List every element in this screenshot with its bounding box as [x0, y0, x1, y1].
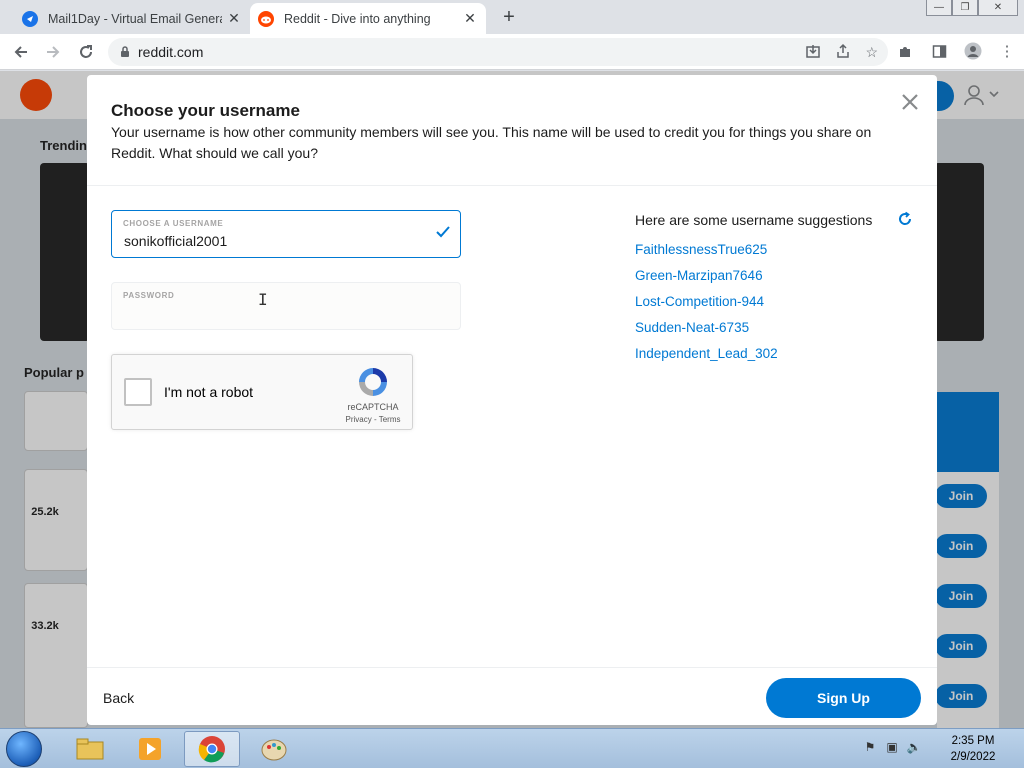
bookmark-star-icon[interactable]: ☆: [865, 44, 878, 61]
recaptcha-logo-icon: [356, 365, 390, 399]
username-suggestion[interactable]: Lost-Competition-944: [635, 294, 764, 309]
close-icon[interactable]: ✕: [462, 10, 478, 27]
signup-username-modal: Choose your username Your username is ho…: [87, 75, 937, 725]
username-suggestion[interactable]: Green-Marzipan7646: [635, 268, 763, 283]
username-input[interactable]: [124, 233, 424, 249]
tab-title: Reddit - Dive into anything: [284, 11, 431, 26]
start-button[interactable]: [6, 731, 42, 767]
paint-icon[interactable]: [246, 731, 302, 767]
checkmark-icon: [436, 225, 450, 243]
media-player-icon[interactable]: [122, 731, 178, 767]
volume-icon[interactable]: 🔈: [906, 739, 922, 755]
browser-toolbar: reddit.com ☆ ⋮: [0, 34, 1024, 70]
chrome-icon[interactable]: [184, 731, 240, 767]
share-icon[interactable]: [835, 43, 851, 62]
modal-footer: Back Sign Up: [87, 667, 937, 725]
file-explorer-icon[interactable]: [62, 731, 118, 767]
refresh-icon[interactable]: [897, 211, 915, 229]
username-label: CHOOSE A USERNAME: [123, 219, 224, 228]
network-icon[interactable]: ▣: [884, 739, 900, 755]
reload-icon[interactable]: [75, 41, 97, 63]
username-suggestion[interactable]: Sudden-Neat-6735: [635, 320, 749, 335]
url-text: reddit.com: [138, 44, 204, 60]
password-field[interactable]: PASSWORD: [111, 282, 461, 330]
window-close-button[interactable]: ✕: [978, 0, 1018, 16]
suggestions-title: Here are some username suggestions: [635, 212, 873, 228]
extensions-puzzle-icon[interactable]: [894, 40, 916, 62]
recaptcha-checkbox[interactable]: [124, 378, 152, 406]
lock-icon: [120, 46, 130, 58]
tab-reddit[interactable]: Reddit - Dive into anything ✕: [250, 3, 486, 34]
restore-button[interactable]: ❐: [952, 0, 978, 16]
minimize-button[interactable]: —: [926, 0, 952, 16]
recaptcha-brand: reCAPTCHA: [347, 402, 399, 412]
modal-header: Choose your username Your username is ho…: [87, 75, 937, 186]
text-cursor-icon: I: [258, 290, 268, 309]
address-bar[interactable]: reddit.com ☆: [108, 38, 888, 66]
password-label: PASSWORD: [123, 291, 175, 300]
forward-arrow-icon[interactable]: [42, 41, 64, 63]
recaptcha-label: I'm not a robot: [164, 384, 254, 400]
system-tray: ⚑ ▣ 🔈: [862, 739, 922, 755]
taskbar-clock[interactable]: 2:35 PM 2/9/2022: [940, 733, 1006, 765]
close-icon[interactable]: [897, 89, 923, 115]
modal-description: Your username is how other community mem…: [111, 124, 872, 161]
reddit-icon: [258, 10, 274, 27]
clock-date: 2/9/2022: [950, 751, 996, 763]
username-field[interactable]: CHOOSE A USERNAME: [111, 210, 461, 258]
profile-avatar-icon[interactable]: [962, 40, 984, 62]
windows-taskbar: ⚑ ▣ 🔈 2:35 PM 2/9/2022: [0, 728, 1024, 768]
close-icon[interactable]: ✕: [226, 10, 242, 27]
side-panel-icon[interactable]: [928, 40, 950, 62]
back-button[interactable]: Back: [103, 690, 134, 706]
mail1day-icon: [22, 10, 38, 27]
back-arrow-icon[interactable]: [10, 41, 32, 63]
username-suggestion[interactable]: Independent_Lead_302: [635, 346, 778, 361]
clock-time: 2:35 PM: [951, 735, 995, 747]
recaptcha-widget: I'm not a robot reCAPTCHA Privacy - Term…: [111, 354, 413, 430]
new-tab-button[interactable]: +: [498, 6, 520, 28]
flag-icon[interactable]: ⚑: [862, 739, 878, 755]
tab-title: Mail1Day - Virtual Email Generat: [48, 11, 222, 26]
sign-up-button[interactable]: Sign Up: [766, 678, 921, 718]
browser-tab-strip: Mail1Day - Virtual Email Generat ✕ Reddi…: [0, 0, 1024, 34]
modal-title: Choose your username: [111, 101, 300, 120]
recaptcha-links[interactable]: Privacy - Terms: [337, 415, 409, 424]
username-suggestion[interactable]: FaithlessnessTrue625: [635, 242, 767, 257]
password-input[interactable]: [124, 305, 424, 321]
install-icon[interactable]: [805, 43, 821, 62]
menu-dots-icon[interactable]: ⋮: [996, 40, 1018, 62]
tab-mail1day[interactable]: Mail1Day - Virtual Email Generat ✕: [14, 3, 250, 34]
